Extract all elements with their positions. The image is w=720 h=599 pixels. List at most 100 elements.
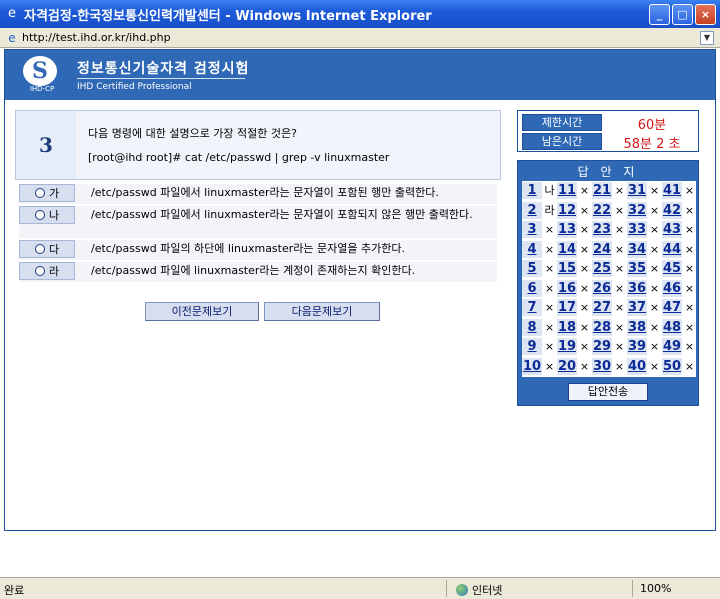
answer-cell[interactable]: 44 × bbox=[662, 240, 697, 259]
radio-icon[interactable] bbox=[34, 244, 45, 254]
answer-cell[interactable]: 39 × bbox=[627, 337, 662, 356]
answer-cell[interactable]: 6 × bbox=[522, 279, 557, 298]
answer-question-link[interactable]: 1 bbox=[522, 182, 542, 199]
answer-cell[interactable]: 31 × bbox=[627, 181, 662, 200]
answer-cell[interactable]: 1나 bbox=[522, 181, 557, 200]
answer-question-link[interactable]: 13 bbox=[557, 221, 577, 238]
answer-question-link[interactable]: 11 bbox=[557, 182, 577, 199]
answer-question-link[interactable]: 23 bbox=[592, 221, 612, 238]
close-button[interactable]: × bbox=[695, 4, 716, 25]
answer-cell[interactable]: 9 × bbox=[522, 337, 557, 356]
window-titlebar[interactable]: e 자격검정-한국정보통신인력개발센터 - Windows Internet E… bbox=[0, 0, 720, 28]
answer-question-link[interactable]: 18 bbox=[557, 318, 577, 336]
answer-cell[interactable]: 16 × bbox=[557, 279, 592, 298]
answer-question-link[interactable]: 47 bbox=[662, 299, 682, 316]
answer-question-link[interactable]: 45 bbox=[662, 260, 682, 277]
answer-cell[interactable]: 19 × bbox=[557, 337, 592, 356]
answer-cell[interactable]: 24 × bbox=[592, 240, 627, 259]
submit-answers-button[interactable]: 답안전송 bbox=[568, 383, 648, 401]
answer-cell[interactable]: 43 × bbox=[662, 220, 697, 239]
answer-cell[interactable]: 40 × bbox=[627, 357, 662, 376]
answer-question-link[interactable]: 5 bbox=[522, 260, 542, 277]
option-4-selector[interactable]: 라 bbox=[19, 262, 75, 280]
answer-cell[interactable]: 3 × bbox=[522, 220, 557, 239]
option-1[interactable]: 가 /etc/passwd 파일에서 linuxmaster라는 문자열이 포함… bbox=[19, 184, 497, 204]
answer-cell[interactable]: 25 × bbox=[592, 259, 627, 278]
option-4[interactable]: 라 /etc/passwd 파일에 linuxmaster라는 계정이 존재하는… bbox=[19, 262, 497, 282]
address-dropdown-icon[interactable]: ▼ bbox=[700, 30, 714, 45]
answer-cell[interactable]: 34 × bbox=[627, 240, 662, 259]
answer-question-link[interactable]: 49 bbox=[662, 338, 682, 355]
answer-question-link[interactable]: 37 bbox=[627, 299, 647, 316]
answer-cell[interactable]: 42 × bbox=[662, 201, 697, 220]
answer-question-link[interactable]: 38 bbox=[627, 318, 647, 336]
answer-cell[interactable]: 26 × bbox=[592, 279, 627, 298]
answer-cell[interactable]: 45 × bbox=[662, 259, 697, 278]
answer-cell[interactable]: 30 × bbox=[592, 357, 627, 376]
answer-question-link[interactable]: 33 bbox=[627, 221, 647, 238]
answer-cell[interactable]: 37 × bbox=[627, 298, 662, 317]
answer-cell[interactable]: 47 × bbox=[662, 298, 697, 317]
radio-icon[interactable] bbox=[34, 266, 45, 276]
answer-question-link[interactable]: 24 bbox=[592, 240, 612, 258]
answer-question-link[interactable]: 43 bbox=[662, 221, 682, 238]
option-2-selector[interactable]: 나 bbox=[19, 206, 75, 224]
answer-cell[interactable]: 27 × bbox=[592, 298, 627, 317]
zoom-level[interactable]: 100% bbox=[640, 582, 671, 595]
answer-question-link[interactable]: 7 bbox=[522, 299, 542, 316]
answer-question-link[interactable]: 40 bbox=[627, 357, 647, 375]
option-2[interactable]: 나 /etc/passwd 파일에서 linuxmaster라는 문자열이 포함… bbox=[19, 206, 497, 238]
maximize-button[interactable]: □ bbox=[672, 4, 693, 25]
answer-cell[interactable]: 22 × bbox=[592, 201, 627, 220]
option-3-selector[interactable]: 다 bbox=[19, 240, 75, 258]
answer-cell[interactable]: 2라 bbox=[522, 201, 557, 220]
answer-question-link[interactable]: 28 bbox=[592, 318, 612, 336]
answer-question-link[interactable]: 46 bbox=[662, 279, 682, 297]
radio-icon[interactable] bbox=[34, 188, 45, 198]
answer-cell[interactable]: 38 × bbox=[627, 318, 662, 337]
answer-cell[interactable]: 48 × bbox=[662, 318, 697, 337]
answer-cell[interactable]: 10 × bbox=[522, 357, 557, 376]
answer-cell[interactable]: 33 × bbox=[627, 220, 662, 239]
answer-cell[interactable]: 20 × bbox=[557, 357, 592, 376]
url-field[interactable]: http://test.ihd.or.kr/ihd.php bbox=[22, 31, 700, 44]
answer-question-link[interactable]: 17 bbox=[557, 299, 577, 316]
answer-cell[interactable]: 15 × bbox=[557, 259, 592, 278]
answer-cell[interactable]: 23 × bbox=[592, 220, 627, 239]
answer-question-link[interactable]: 21 bbox=[592, 182, 612, 199]
answer-question-link[interactable]: 3 bbox=[522, 221, 542, 238]
answer-question-link[interactable]: 15 bbox=[557, 260, 577, 277]
answer-cell[interactable]: 11 × bbox=[557, 181, 592, 200]
answer-cell[interactable]: 18 × bbox=[557, 318, 592, 337]
answer-question-link[interactable]: 6 bbox=[522, 279, 542, 297]
answer-cell[interactable]: 12 × bbox=[557, 201, 592, 220]
answer-cell[interactable]: 41 × bbox=[662, 181, 697, 200]
option-1-selector[interactable]: 가 bbox=[19, 184, 75, 202]
option-3[interactable]: 다 /etc/passwd 파일의 하단에 linuxmaster라는 문자열을… bbox=[19, 240, 497, 260]
next-question-button[interactable]: 다음문제보기 bbox=[264, 302, 380, 321]
answer-question-link[interactable]: 4 bbox=[522, 240, 542, 258]
answer-cell[interactable]: 8 × bbox=[522, 318, 557, 337]
answer-cell[interactable]: 14 × bbox=[557, 240, 592, 259]
answer-question-link[interactable]: 9 bbox=[522, 338, 542, 355]
answer-question-link[interactable]: 27 bbox=[592, 299, 612, 316]
answer-cell[interactable]: 29 × bbox=[592, 337, 627, 356]
answer-question-link[interactable]: 31 bbox=[627, 182, 647, 199]
answer-cell[interactable]: 35 × bbox=[627, 259, 662, 278]
answer-question-link[interactable]: 8 bbox=[522, 318, 542, 336]
answer-cell[interactable]: 21 × bbox=[592, 181, 627, 200]
answer-question-link[interactable]: 34 bbox=[627, 240, 647, 258]
answer-cell[interactable]: 46 × bbox=[662, 279, 697, 298]
security-zone[interactable]: 인터넷 bbox=[456, 582, 502, 598]
answer-question-link[interactable]: 30 bbox=[592, 357, 612, 375]
answer-cell[interactable]: 50 × bbox=[662, 357, 697, 376]
answer-cell[interactable]: 32 × bbox=[627, 201, 662, 220]
answer-question-link[interactable]: 20 bbox=[557, 357, 577, 375]
answer-cell[interactable]: 49 × bbox=[662, 337, 697, 356]
answer-cell[interactable]: 17 × bbox=[557, 298, 592, 317]
answer-question-link[interactable]: 26 bbox=[592, 279, 612, 297]
answer-question-link[interactable]: 12 bbox=[557, 201, 577, 219]
answer-question-link[interactable]: 42 bbox=[662, 201, 682, 219]
answer-question-link[interactable]: 48 bbox=[662, 318, 682, 336]
answer-question-link[interactable]: 2 bbox=[522, 201, 542, 219]
